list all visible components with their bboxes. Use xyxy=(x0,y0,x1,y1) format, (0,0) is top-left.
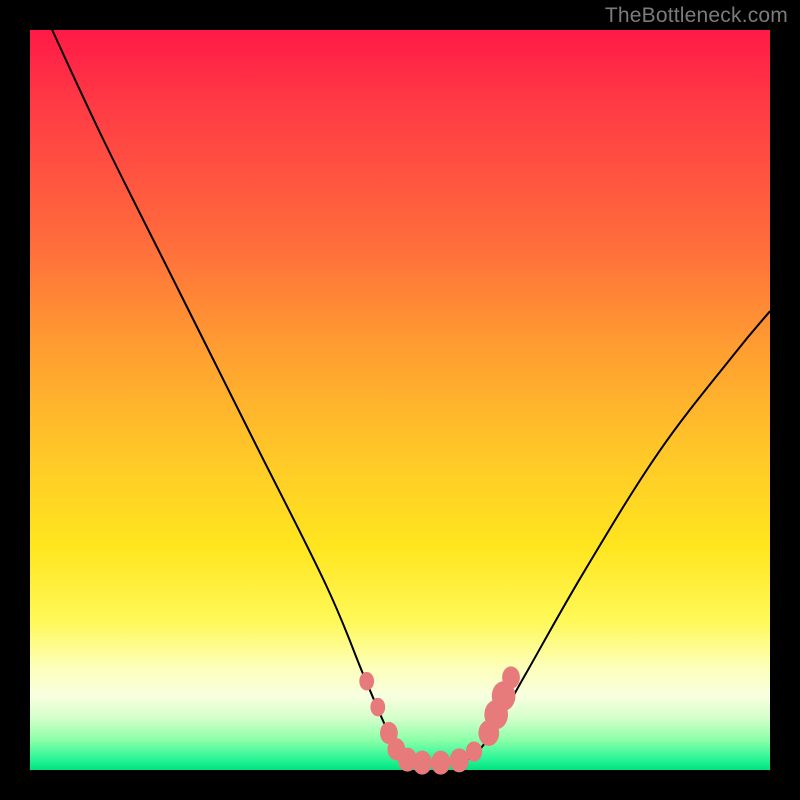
curve-layer xyxy=(30,30,770,770)
highlight-point xyxy=(359,672,374,691)
highlight-point xyxy=(413,751,432,775)
highlight-point xyxy=(431,751,450,775)
highlight-point xyxy=(502,666,520,688)
bottleneck-curve xyxy=(52,30,770,764)
chart-frame: TheBottleneck.com xyxy=(0,0,800,800)
highlight-point xyxy=(370,698,385,717)
plot-area xyxy=(30,30,770,770)
watermark-text: TheBottleneck.com xyxy=(605,4,788,28)
highlight-point xyxy=(466,741,482,761)
